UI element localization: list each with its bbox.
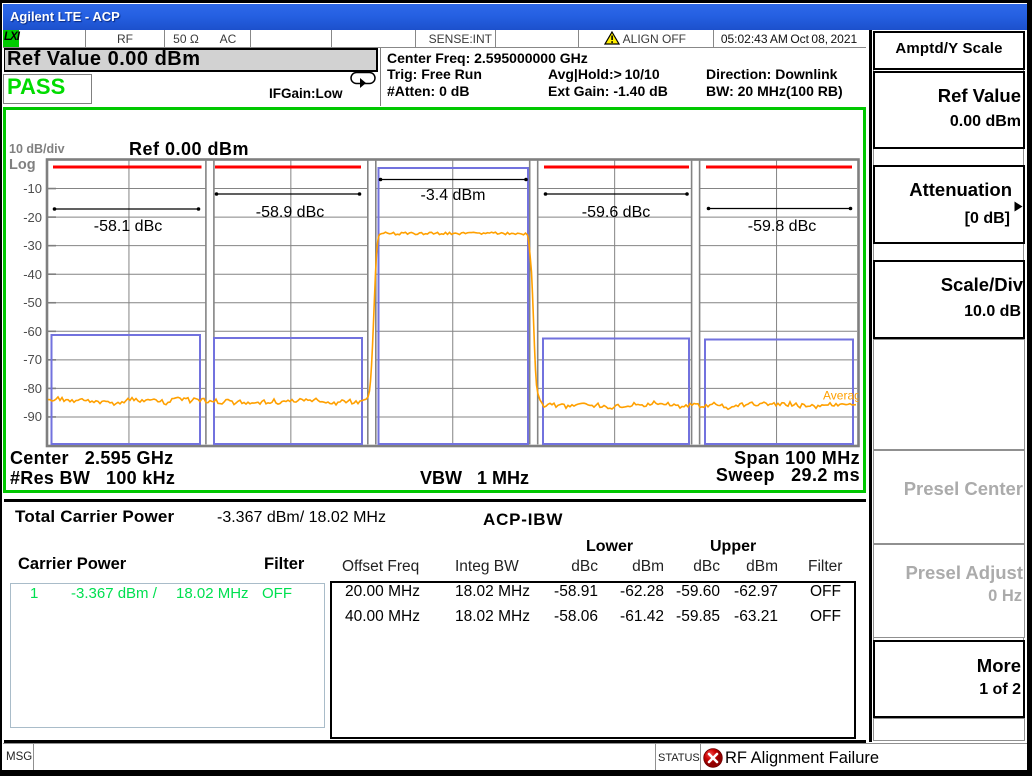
svg-text:-58.1 dBc: -58.1 dBc bbox=[94, 218, 162, 235]
svg-text:-59.6 dBc: -59.6 dBc bbox=[582, 204, 650, 221]
svg-text:Average: Average bbox=[823, 389, 868, 403]
svg-text:-3.4 dBm: -3.4 dBm bbox=[421, 187, 486, 204]
svg-text:-59.8 dBc: -59.8 dBc bbox=[748, 218, 816, 235]
svg-text:-58.9 dBc: -58.9 dBc bbox=[256, 204, 324, 221]
